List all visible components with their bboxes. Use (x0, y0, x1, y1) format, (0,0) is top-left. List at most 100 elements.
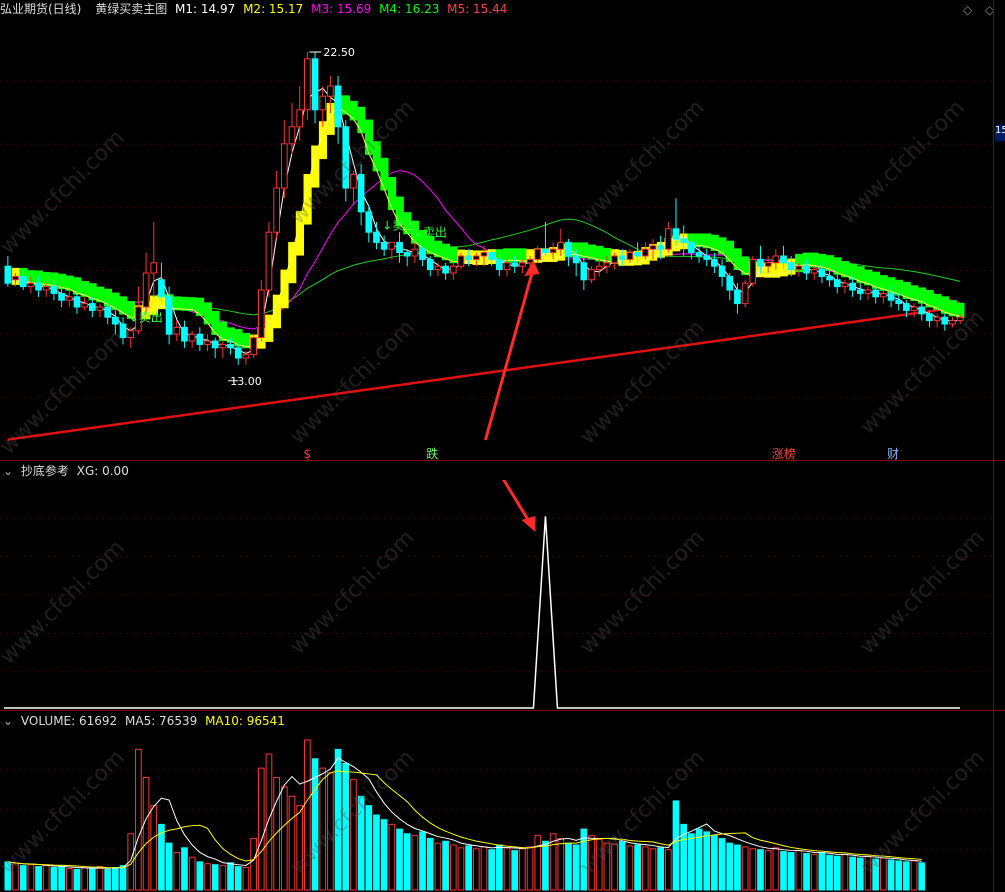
collapse-icon[interactable]: ◇ (963, 3, 972, 17)
candle-body (88, 303, 96, 311)
candle-body (396, 241, 403, 254)
volume-bar (918, 862, 926, 891)
volume-bar (488, 849, 496, 891)
candle-body (672, 228, 680, 240)
volume-bar (480, 846, 488, 891)
ma1-label: M1: 14.97 (175, 2, 236, 16)
volume-bar (288, 795, 296, 891)
volume-bar (903, 861, 910, 891)
volume-bar (496, 844, 503, 891)
event-tag: $ (303, 447, 311, 460)
candle-body (311, 58, 319, 111)
candle-body (818, 269, 826, 277)
volume-bar (472, 848, 480, 891)
candle-body (664, 228, 672, 250)
sub1-title[interactable]: 抄底参考 (21, 464, 69, 478)
candle-body (734, 289, 741, 305)
volume-bar (726, 842, 734, 891)
candle-body (626, 252, 634, 260)
event-tag: 涨榜 (772, 446, 796, 460)
candle-body (657, 245, 664, 250)
volume-bar (396, 828, 403, 891)
volume-bar (119, 865, 127, 891)
volume-bar (426, 837, 434, 891)
candle-body (649, 245, 657, 250)
volume-bar (457, 847, 465, 891)
volume-bar (234, 866, 242, 891)
candle-body (926, 313, 933, 322)
candle-body (887, 292, 895, 301)
volume-bar (219, 865, 227, 891)
band-segment (741, 256, 750, 276)
candle-body (327, 85, 334, 97)
volume-chart[interactable] (0, 730, 993, 892)
main-price-chart[interactable]: 22.5013.00↓卖出↓卖出↓卖出$ 跌涨榜财 (0, 18, 993, 460)
candle-body (903, 303, 910, 311)
sell-signal-label: ↓卖出 (413, 225, 447, 239)
candle-body (27, 282, 35, 288)
volume-bar (703, 831, 711, 891)
candle-body (810, 269, 818, 274)
candle-body (918, 306, 926, 315)
candle-body (680, 238, 688, 243)
candle-body (150, 262, 158, 274)
volume-bar (534, 835, 542, 891)
candle-body (718, 265, 726, 277)
volume-bar (173, 852, 181, 891)
bottom-reference-chart[interactable] (0, 480, 993, 710)
indicator-title[interactable]: 黄绿买卖主图 (95, 2, 167, 16)
symbol-title[interactable]: 弘业期货(日线) (0, 2, 81, 16)
candle-body (749, 258, 757, 284)
volume-header: ⌄ VOLUME: 61692 MA5: 76539 MA10: 96541 (3, 712, 289, 730)
candle-body (833, 279, 841, 288)
candle-body (142, 272, 150, 308)
candle-body (895, 299, 903, 305)
volume-bar (641, 846, 649, 891)
volume-bar (734, 844, 741, 891)
candle-body (703, 255, 711, 260)
panel-divider-2[interactable] (0, 710, 1005, 711)
candle-body (196, 333, 204, 345)
candle-body (864, 289, 872, 294)
volume-bar (250, 837, 257, 891)
candle-body (488, 252, 496, 260)
volume-bar (150, 805, 158, 891)
candle-body (787, 262, 795, 271)
candle-body (204, 340, 211, 345)
volume-bar (887, 859, 895, 891)
panel-divider-1[interactable] (0, 460, 1005, 461)
candle-body (219, 343, 227, 349)
candle-body (419, 248, 426, 260)
candle-body (127, 330, 135, 339)
candle-body (457, 255, 465, 267)
candle-body (442, 265, 449, 274)
volume-bar (434, 842, 442, 891)
volume-bar (757, 849, 764, 891)
volume-bar (718, 837, 726, 891)
volume-bar (695, 828, 703, 891)
sub1-menu-icon[interactable]: ⌄ (3, 464, 13, 478)
candle-body (465, 255, 472, 260)
candle-body (618, 255, 626, 260)
candle-body (542, 248, 549, 254)
volume-bar (634, 844, 641, 891)
volume-bar (419, 831, 426, 891)
candle-body (526, 258, 534, 264)
volume-bar (227, 862, 234, 891)
candle-body (611, 255, 618, 264)
volume-bar (88, 867, 96, 891)
xg-series-line (4, 516, 960, 709)
candle-body (211, 340, 219, 349)
candle-body (511, 262, 519, 267)
candle-body (12, 275, 19, 281)
band-segment (725, 240, 735, 262)
volume-bar (688, 833, 695, 891)
volume-bar (841, 853, 849, 891)
candle-body (334, 85, 342, 128)
volume-menu-icon[interactable]: ⌄ (3, 714, 13, 728)
candle-body (58, 292, 65, 301)
candle-body (849, 282, 856, 291)
candle-body (910, 306, 918, 311)
volume-label[interactable]: VOLUME: 61692 (21, 714, 117, 728)
candle-body (764, 262, 772, 267)
